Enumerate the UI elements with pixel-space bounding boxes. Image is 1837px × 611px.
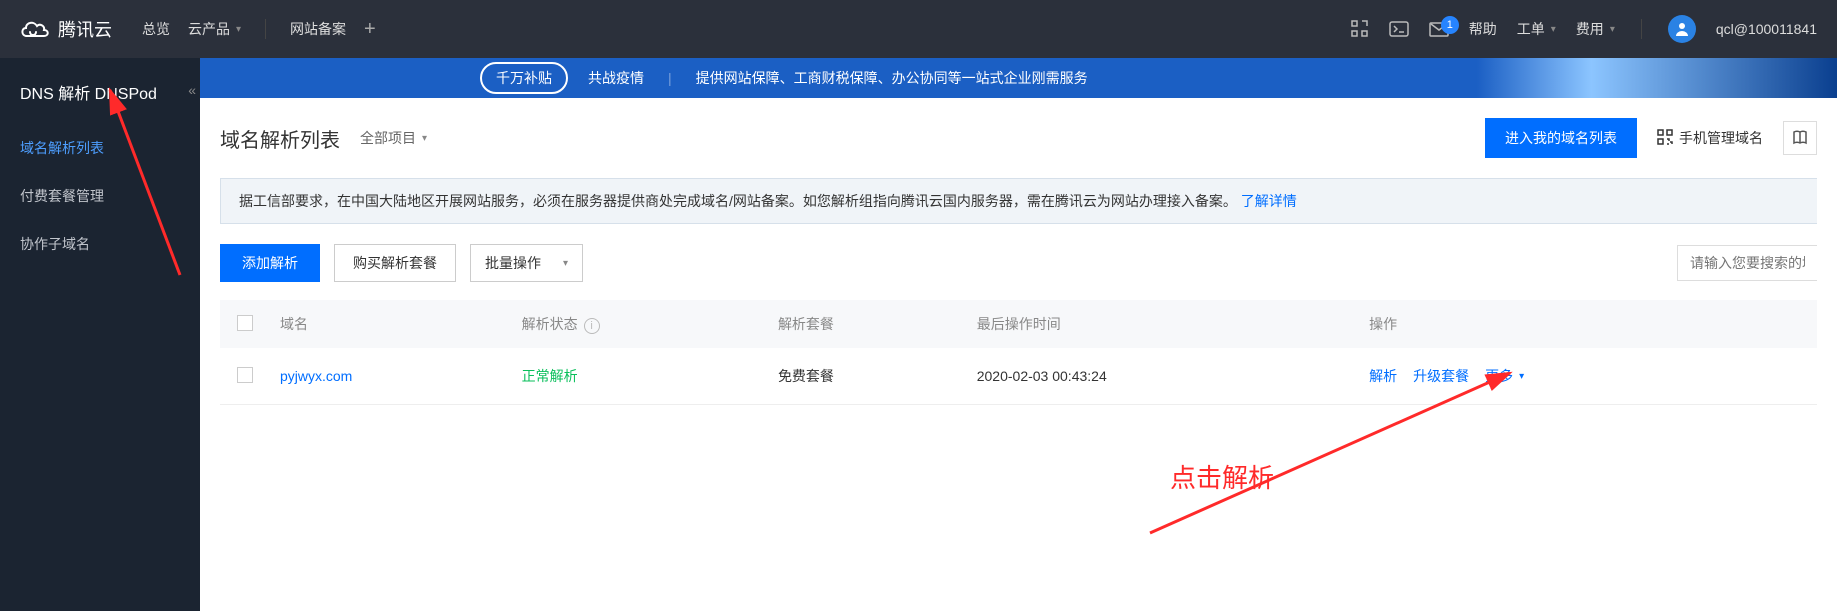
more-action[interactable]: 更多 ▾	[1485, 366, 1524, 386]
banner-slogan2: 提供网站保障、工商财税保障、办公协同等一站式企业刚需服务	[696, 68, 1088, 88]
sidebar: DNS 解析 DNSPod « 域名解析列表 付费套餐管理 协作子域名	[0, 58, 200, 611]
cloud-logo-icon	[20, 18, 50, 40]
brand-logo[interactable]: 腾讯云	[20, 16, 112, 42]
page-header: 域名解析列表 全部项目 ▾ 进入我的域名列表 手机管理域名	[200, 98, 1837, 178]
divider	[1641, 19, 1642, 39]
banner-slogan1: 共战疫情	[588, 68, 644, 88]
row-checkbox[interactable]	[237, 367, 253, 383]
resolve-action[interactable]: 解析	[1369, 366, 1397, 386]
banner-badge: 千万补贴	[480, 62, 568, 94]
mobile-manage-button[interactable]: 手机管理域名	[1657, 128, 1763, 148]
divider	[265, 19, 266, 39]
chevron-down-icon: ▾	[422, 133, 427, 144]
chevron-down-icon: ▾	[236, 24, 241, 35]
beian-notice: 据工信部要求，在中国大陆地区开展网站服务，必须在服务器提供商处完成域名/网站备案…	[220, 178, 1817, 224]
domain-table: 域名 解析状态i 解析套餐 最后操作时间 操作 pyjwyx.com 正常解析 …	[200, 300, 1837, 405]
chevron-down-icon: ▾	[1610, 24, 1615, 35]
docs-button[interactable]	[1783, 121, 1817, 155]
upgrade-action[interactable]: 升级套餐	[1413, 366, 1469, 386]
nav-products[interactable]: 云产品▾	[188, 19, 241, 39]
nav-overview[interactable]: 总览	[142, 19, 170, 39]
add-shortcut-button[interactable]: +	[364, 18, 376, 41]
help-link[interactable]: 帮助	[1469, 19, 1497, 39]
col-plan: 解析套餐	[768, 300, 967, 348]
chevron-down-icon: ▾	[1551, 24, 1556, 35]
status-label: 正常解析	[522, 368, 578, 384]
page-title: 域名解析列表	[220, 124, 340, 153]
cost-link[interactable]: 费用▾	[1576, 19, 1615, 39]
notice-text: 据工信部要求，在中国大陆地区开展网站服务，必须在服务器提供商处完成域名/网站备案…	[239, 193, 1237, 209]
promo-banner[interactable]: 千万补贴 共战疫情 | 提供网站保障、工商财税保障、办公协同等一站式企业刚需服务	[200, 58, 1837, 98]
search-input[interactable]	[1677, 245, 1817, 281]
col-status: 解析状态i	[512, 300, 768, 348]
sidebar-item-domain-list[interactable]: 域名解析列表	[0, 124, 200, 172]
buy-plan-button[interactable]: 购买解析套餐	[334, 244, 456, 282]
chevron-down-icon: ▾	[1519, 371, 1524, 382]
col-domain: 域名	[270, 300, 512, 348]
account-label[interactable]: qcl@100011841	[1716, 21, 1817, 37]
message-badge: 1	[1441, 16, 1459, 34]
notice-link[interactable]: 了解详情	[1241, 193, 1297, 209]
project-selector[interactable]: 全部项目 ▾	[360, 128, 427, 148]
col-last-op: 最后操作时间	[967, 300, 1359, 348]
col-op: 操作	[1359, 300, 1817, 348]
content-area: 千万补贴 共战疫情 | 提供网站保障、工商财税保障、办公协同等一站式企业刚需服务…	[200, 58, 1837, 611]
messages-button[interactable]: 1	[1429, 22, 1449, 37]
work-order-link[interactable]: 工单▾	[1517, 19, 1556, 39]
action-bar: 添加解析 购买解析套餐 批量操作 ▾	[200, 244, 1837, 300]
sidebar-item-subdomains[interactable]: 协作子域名	[0, 220, 200, 268]
avatar[interactable]	[1668, 15, 1696, 43]
table-row: pyjwyx.com 正常解析 免费套餐 2020-02-03 00:43:24…	[220, 348, 1817, 405]
select-all-checkbox[interactable]	[237, 315, 253, 331]
sidebar-item-paid-plans[interactable]: 付费套餐管理	[0, 172, 200, 220]
batch-action-dropdown[interactable]: 批量操作 ▾	[470, 244, 583, 282]
qrcode-icon	[1657, 129, 1673, 148]
plan-label: 免费套餐	[778, 368, 834, 384]
apps-icon[interactable]	[1351, 20, 1369, 38]
brand-text: 腾讯云	[58, 16, 112, 42]
sidebar-collapse-button[interactable]: «	[188, 82, 196, 98]
annotation-click-resolve: 点击解析	[1170, 458, 1274, 495]
nav-beian[interactable]: 网站备案	[290, 19, 346, 39]
top-nav: 腾讯云 总览 云产品▾ 网站备案 + 1 帮助 工单▾ 费用▾ qcl@1000…	[0, 0, 1837, 58]
info-icon[interactable]: i	[584, 318, 600, 334]
banner-separator: |	[668, 70, 672, 86]
cloud-shell-icon[interactable]	[1389, 21, 1409, 37]
last-op-time: 2020-02-03 00:43:24	[977, 368, 1107, 384]
add-record-button[interactable]: 添加解析	[220, 244, 320, 282]
sidebar-title: DNS 解析 DNSPod	[0, 58, 200, 124]
chevron-down-icon: ▾	[563, 258, 568, 269]
enter-domain-list-button[interactable]: 进入我的域名列表	[1485, 118, 1637, 158]
domain-link[interactable]: pyjwyx.com	[280, 368, 352, 384]
